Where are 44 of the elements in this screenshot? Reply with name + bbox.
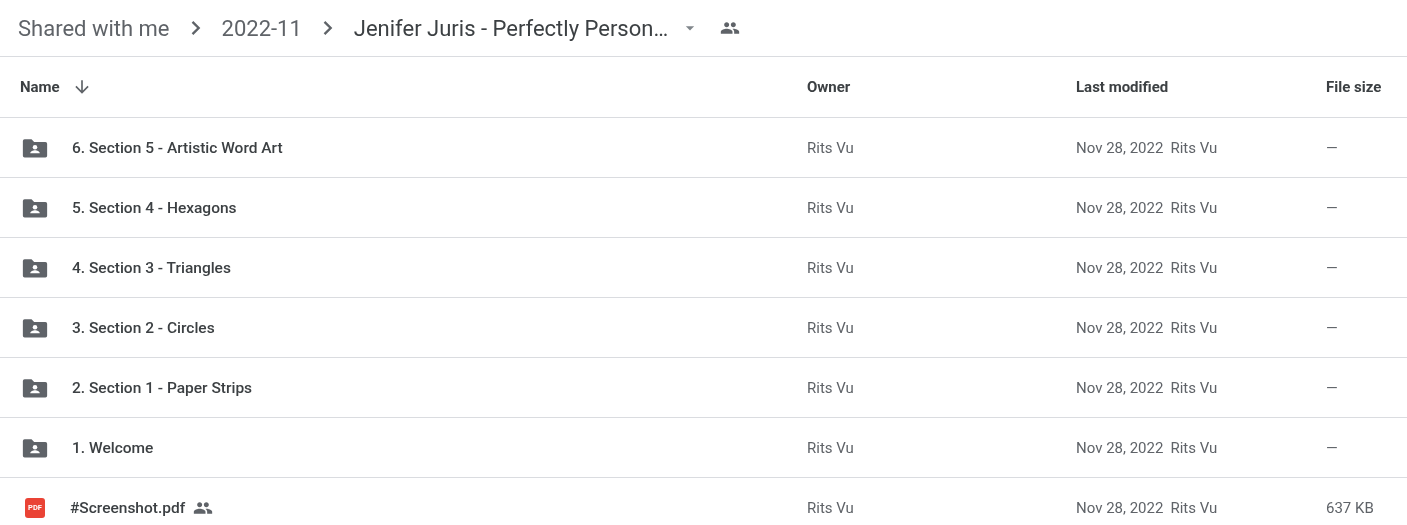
column-header[interactable]: Owner [807,78,851,96]
file-size: 637 KB [1326,498,1374,517]
modified-date: Nov 28, 2022 [1076,258,1164,277]
file-size: — [1326,318,1338,337]
owner-name: Rits Vu [807,498,854,517]
file-size: — [1326,378,1338,397]
breadcrumb-item[interactable]: Shared with me [18,15,170,41]
file-name[interactable]: #Screenshot.pdf [70,498,186,517]
chevron-right-icon [190,21,201,35]
file-name[interactable]: 5. Section 4 - Hexagons [72,198,237,217]
modified-date: Nov 28, 2022 [1076,138,1164,157]
file-name[interactable]: 3. Section 2 - Circles [72,318,215,337]
column-header[interactable]: Name [20,78,60,96]
modified-date: Nov 28, 2022 [1076,198,1164,217]
modified-by-name: Rits Vu [1170,438,1218,457]
owner-name: Rits Vu [807,318,854,337]
chevron-right-icon [322,21,333,35]
breadcrumb-item[interactable]: Jenifer Juris - Perfectly Person… [353,15,669,41]
modified-by-name: Rits Vu [1170,198,1218,217]
modified-date: Nov 28, 2022 [1076,438,1164,457]
file-size: — [1326,438,1338,457]
column-header[interactable]: Last modified [1076,78,1169,96]
column-header[interactable]: File size [1326,78,1382,96]
owner-name: Rits Vu [807,438,854,457]
file-name[interactable]: 4. Section 3 - Triangles [72,258,231,277]
owner-name: Rits Vu [807,378,854,397]
modified-by-name: Rits Vu [1170,498,1218,517]
owner-name: Rits Vu [807,198,854,217]
modified-date: Nov 28, 2022 [1076,498,1164,517]
owner-name: Rits Vu [807,258,854,277]
modified-by-name: Rits Vu [1170,318,1218,337]
modified-date: Nov 28, 2022 [1076,318,1164,337]
file-size: — [1326,198,1338,217]
file-name[interactable]: 6. Section 5 - Artistic Word Art [72,138,283,157]
file-size: — [1326,258,1338,277]
file-name[interactable]: 1. Welcome [72,438,154,457]
modified-date: Nov 28, 2022 [1076,378,1164,397]
modified-by-name: Rits Vu [1170,378,1218,397]
file-size: — [1326,138,1338,157]
modified-by-name: Rits Vu [1170,258,1218,277]
owner-name: Rits Vu [807,138,854,157]
breadcrumb-item[interactable]: 2022-11 [221,15,302,41]
modified-by-name: Rits Vu [1170,138,1218,157]
file-name[interactable]: 2. Section 1 - Paper Strips [72,378,253,397]
